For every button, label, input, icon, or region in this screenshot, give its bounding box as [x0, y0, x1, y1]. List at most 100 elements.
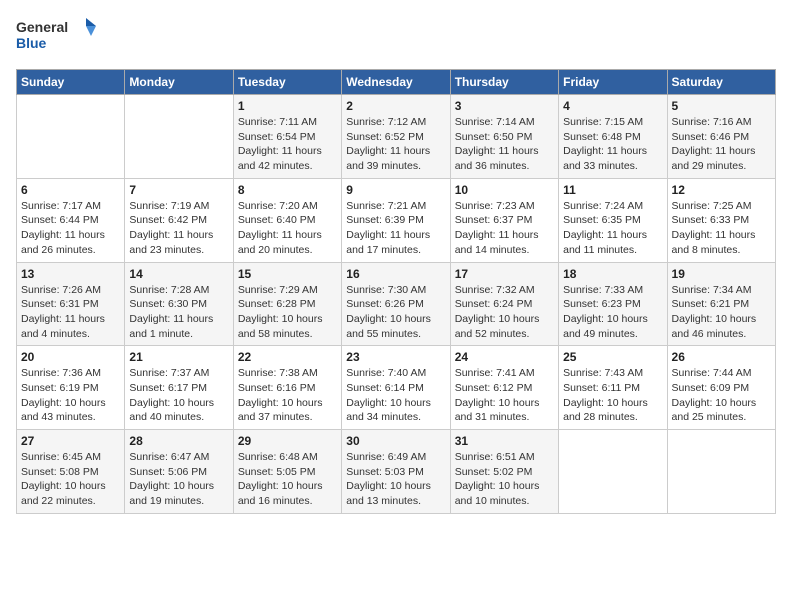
calendar-cell: 2 Sunrise: 7:12 AMSunset: 6:52 PMDaylight… [342, 95, 450, 179]
calendar-cell: 5 Sunrise: 7:16 AMSunset: 6:46 PMDaylight… [667, 95, 775, 179]
day-number: 15 [238, 267, 337, 281]
svg-text:General: General [16, 19, 68, 35]
day-number: 28 [129, 434, 228, 448]
day-number: 30 [346, 434, 445, 448]
calendar-cell: 18 Sunrise: 7:33 AMSunset: 6:23 PMDayligh… [559, 262, 667, 346]
calendar-cell: 4 Sunrise: 7:15 AMSunset: 6:48 PMDaylight… [559, 95, 667, 179]
day-detail: Sunrise: 7:16 AMSunset: 6:46 PMDaylight:… [672, 115, 771, 174]
day-detail: Sunrise: 6:48 AMSunset: 5:05 PMDaylight:… [238, 450, 337, 509]
calendar-cell: 7 Sunrise: 7:19 AMSunset: 6:42 PMDaylight… [125, 178, 233, 262]
day-number: 4 [563, 99, 662, 113]
calendar-cell: 27 Sunrise: 6:45 AMSunset: 5:08 PMDayligh… [17, 430, 125, 514]
day-detail: Sunrise: 7:41 AMSunset: 6:12 PMDaylight:… [455, 366, 554, 425]
day-detail: Sunrise: 6:47 AMSunset: 5:06 PMDaylight:… [129, 450, 228, 509]
calendar-cell: 26 Sunrise: 7:44 AMSunset: 6:09 PMDayligh… [667, 346, 775, 430]
day-of-week-header: Saturday [667, 70, 775, 95]
day-detail: Sunrise: 7:30 AMSunset: 6:26 PMDaylight:… [346, 283, 445, 342]
calendar-cell: 16 Sunrise: 7:30 AMSunset: 6:26 PMDayligh… [342, 262, 450, 346]
day-detail: Sunrise: 7:12 AMSunset: 6:52 PMDaylight:… [346, 115, 445, 174]
calendar-cell: 20Sunrise: 7:36 AMSunset: 6:19 PMDayligh… [17, 346, 125, 430]
day-number: 3 [455, 99, 554, 113]
calendar-table: SundayMondayTuesdayWednesdayThursdayFrid… [16, 69, 776, 514]
calendar-cell: 30 Sunrise: 6:49 AMSunset: 5:03 PMDayligh… [342, 430, 450, 514]
day-number: 8 [238, 183, 337, 197]
day-detail: Sunrise: 6:49 AMSunset: 5:03 PMDaylight:… [346, 450, 445, 509]
day-number: 9 [346, 183, 445, 197]
day-detail: Sunrise: 7:28 AMSunset: 6:30 PMDaylight:… [129, 283, 228, 342]
calendar-cell: 24 Sunrise: 7:41 AMSunset: 6:12 PMDayligh… [450, 346, 558, 430]
calendar-cell: 8 Sunrise: 7:20 AMSunset: 6:40 PMDaylight… [233, 178, 341, 262]
calendar-cell: 31Sunrise: 6:51 AMSunset: 5:02 PMDayligh… [450, 430, 558, 514]
day-detail: Sunrise: 7:26 AMSunset: 6:31 PMDaylight:… [21, 283, 120, 342]
day-number: 11 [563, 183, 662, 197]
calendar-week-row: 13 Sunrise: 7:26 AMSunset: 6:31 PMDayligh… [17, 262, 776, 346]
calendar-cell: 22Sunrise: 7:38 AMSunset: 6:16 PMDayligh… [233, 346, 341, 430]
calendar-cell: 3Sunrise: 7:14 AMSunset: 6:50 PMDaylight… [450, 95, 558, 179]
day-number: 31 [455, 434, 554, 448]
day-number: 19 [672, 267, 771, 281]
day-number: 27 [21, 434, 120, 448]
calendar-week-row: 1 Sunrise: 7:11 AMSunset: 6:54 PMDaylight… [17, 95, 776, 179]
day-number: 6 [21, 183, 120, 197]
day-detail: Sunrise: 7:21 AMSunset: 6:39 PMDaylight:… [346, 199, 445, 258]
day-detail: Sunrise: 7:19 AMSunset: 6:42 PMDaylight:… [129, 199, 228, 258]
day-number: 12 [672, 183, 771, 197]
day-number: 26 [672, 350, 771, 364]
day-number: 2 [346, 99, 445, 113]
calendar-cell: 21 Sunrise: 7:37 AMSunset: 6:17 PMDayligh… [125, 346, 233, 430]
day-detail: Sunrise: 7:17 AMSunset: 6:44 PMDaylight:… [21, 199, 120, 258]
day-detail: Sunrise: 7:44 AMSunset: 6:09 PMDaylight:… [672, 366, 771, 425]
day-of-week-header: Sunday [17, 70, 125, 95]
calendar-cell: 1 Sunrise: 7:11 AMSunset: 6:54 PMDaylight… [233, 95, 341, 179]
day-detail: Sunrise: 7:36 AMSunset: 6:19 PMDaylight:… [21, 366, 120, 425]
day-number: 7 [129, 183, 228, 197]
day-number: 14 [129, 267, 228, 281]
calendar-cell: 23Sunrise: 7:40 AMSunset: 6:14 PMDayligh… [342, 346, 450, 430]
logo: General Blue [16, 16, 96, 61]
calendar-cell: 13 Sunrise: 7:26 AMSunset: 6:31 PMDayligh… [17, 262, 125, 346]
calendar-cell: 6 Sunrise: 7:17 AMSunset: 6:44 PMDaylight… [17, 178, 125, 262]
day-detail: Sunrise: 7:15 AMSunset: 6:48 PMDaylight:… [563, 115, 662, 174]
day-of-week-header: Monday [125, 70, 233, 95]
day-detail: Sunrise: 7:33 AMSunset: 6:23 PMDaylight:… [563, 283, 662, 342]
calendar-cell [125, 95, 233, 179]
calendar-cell [667, 430, 775, 514]
day-of-week-header: Thursday [450, 70, 558, 95]
day-number: 22 [238, 350, 337, 364]
calendar-cell [17, 95, 125, 179]
day-detail: Sunrise: 6:45 AMSunset: 5:08 PMDaylight:… [21, 450, 120, 509]
day-detail: Sunrise: 7:23 AMSunset: 6:37 PMDaylight:… [455, 199, 554, 258]
day-detail: Sunrise: 7:32 AMSunset: 6:24 PMDaylight:… [455, 283, 554, 342]
day-number: 1 [238, 99, 337, 113]
day-number: 24 [455, 350, 554, 364]
calendar-week-row: 6 Sunrise: 7:17 AMSunset: 6:44 PMDaylight… [17, 178, 776, 262]
day-number: 18 [563, 267, 662, 281]
day-number: 23 [346, 350, 445, 364]
calendar-cell: 14 Sunrise: 7:28 AMSunset: 6:30 PMDayligh… [125, 262, 233, 346]
day-detail: Sunrise: 7:34 AMSunset: 6:21 PMDaylight:… [672, 283, 771, 342]
day-number: 21 [129, 350, 228, 364]
calendar-week-row: 20Sunrise: 7:36 AMSunset: 6:19 PMDayligh… [17, 346, 776, 430]
day-detail: Sunrise: 7:24 AMSunset: 6:35 PMDaylight:… [563, 199, 662, 258]
calendar-cell: 28 Sunrise: 6:47 AMSunset: 5:06 PMDayligh… [125, 430, 233, 514]
page-header: General Blue [16, 16, 776, 61]
day-detail: Sunrise: 7:37 AMSunset: 6:17 PMDaylight:… [129, 366, 228, 425]
day-number: 10 [455, 183, 554, 197]
day-number: 16 [346, 267, 445, 281]
day-detail: Sunrise: 7:29 AMSunset: 6:28 PMDaylight:… [238, 283, 337, 342]
day-detail: Sunrise: 7:20 AMSunset: 6:40 PMDaylight:… [238, 199, 337, 258]
calendar-cell: 15 Sunrise: 7:29 AMSunset: 6:28 PMDayligh… [233, 262, 341, 346]
calendar-cell: 17 Sunrise: 7:32 AMSunset: 6:24 PMDayligh… [450, 262, 558, 346]
calendar-cell: 25Sunrise: 7:43 AMSunset: 6:11 PMDayligh… [559, 346, 667, 430]
day-detail: Sunrise: 7:11 AMSunset: 6:54 PMDaylight:… [238, 115, 337, 174]
calendar-cell [559, 430, 667, 514]
day-of-week-header: Friday [559, 70, 667, 95]
day-of-week-header: Wednesday [342, 70, 450, 95]
calendar-cell: 11 Sunrise: 7:24 AMSunset: 6:35 PMDayligh… [559, 178, 667, 262]
logo: General Blue [16, 16, 96, 61]
day-number: 13 [21, 267, 120, 281]
day-number: 17 [455, 267, 554, 281]
day-number: 5 [672, 99, 771, 113]
day-detail: Sunrise: 7:25 AMSunset: 6:33 PMDaylight:… [672, 199, 771, 258]
calendar-cell: 29Sunrise: 6:48 AMSunset: 5:05 PMDayligh… [233, 430, 341, 514]
